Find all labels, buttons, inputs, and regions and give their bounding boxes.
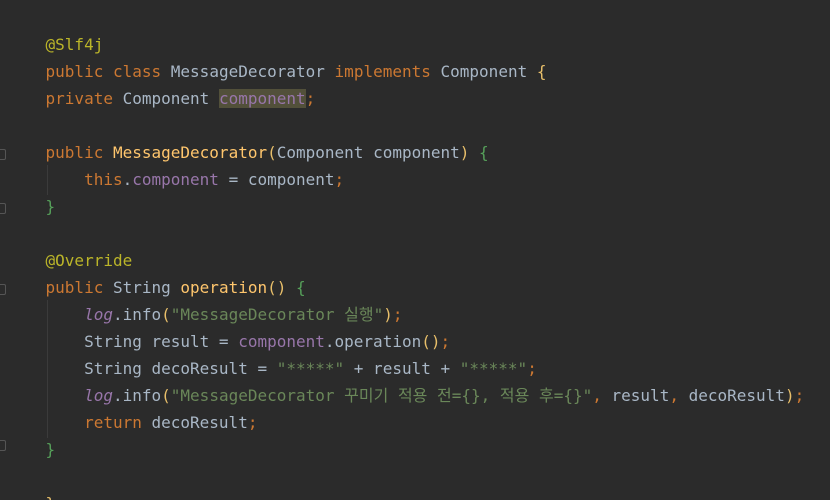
assignment: = component (218, 170, 335, 189)
semicolon: ; (527, 359, 537, 378)
code-line[interactable]: this.component = component; (7, 166, 344, 193)
interface-name: Component (440, 62, 528, 81)
class-name: MessageDecorator (170, 62, 325, 81)
brace: } (45, 440, 56, 459)
code-line[interactable]: log.info("MessageDecorator 실행"); (7, 301, 403, 328)
code-line[interactable]: @Slf4j (7, 4, 104, 54)
code-line[interactable]: } (7, 193, 56, 220)
field-name: component (132, 170, 219, 189)
method-call: .operation (324, 332, 422, 351)
semicolon: ; (392, 305, 403, 324)
declaration: String decoResult = (84, 359, 277, 378)
field-name: component (218, 89, 306, 108)
code-line[interactable]: return decoResult; (7, 409, 257, 436)
keyword: public (45, 143, 104, 162)
code-line[interactable]: } (7, 436, 56, 463)
paren: () (421, 332, 441, 351)
paren: ) (459, 143, 470, 162)
paren: ( (267, 143, 277, 162)
fold-marker-icon[interactable] (0, 149, 6, 160)
semicolon: ; (305, 89, 316, 108)
keyword: private (45, 89, 113, 108)
paren: ) (383, 305, 393, 324)
string-literal: "MessageDecorator 꾸미기 적용 전={}, 적용 후={}" (170, 386, 593, 405)
comma: , (592, 386, 602, 405)
brace: { (536, 62, 547, 81)
keyword: public (45, 278, 104, 297)
code-line[interactable]: String result = component.operation(); (7, 328, 450, 355)
fold-marker-icon[interactable] (0, 440, 6, 451)
string-literal: "*****" (459, 359, 528, 378)
semicolon: ; (794, 386, 805, 405)
argument: decoResult (678, 386, 785, 405)
code-line[interactable]: public MessageDecorator(Component compon… (7, 139, 489, 166)
constructor-name: MessageDecorator (112, 143, 268, 162)
paren: ( (161, 305, 171, 324)
code-line[interactable]: @Override (7, 247, 133, 274)
brace: } (46, 494, 56, 500)
brace: { (479, 143, 489, 162)
keyword: public (45, 62, 104, 81)
fold-marker-icon[interactable] (0, 284, 6, 295)
semicolon: ; (247, 413, 258, 432)
keyword: class (112, 62, 162, 81)
semicolon: ; (440, 332, 451, 351)
code-line[interactable]: log.info("MessageDecorator 꾸미기 적용 전={}, … (7, 382, 804, 409)
code-line[interactable]: private Component component; (7, 85, 315, 112)
argument: result (601, 386, 670, 405)
method-call: .info (112, 305, 162, 324)
parameters: Component component (276, 143, 460, 162)
code-editor[interactable]: @Slf4j public class MessageDecorator imp… (0, 0, 830, 500)
dot: . (122, 170, 133, 189)
code-line[interactable]: String decoResult = "*****" + result + "… (7, 355, 537, 382)
keyword: return (84, 413, 142, 432)
code-line[interactable]: public class MessageDecorator implements… (7, 31, 547, 81)
fold-marker-icon[interactable] (0, 203, 6, 214)
logger: log (84, 386, 113, 405)
return-value: decoResult (141, 413, 248, 432)
brace: { (296, 278, 306, 297)
logger: log (84, 305, 113, 324)
method-name: operation (180, 278, 268, 297)
code-line[interactable]: public String operation() { (7, 274, 306, 301)
paren: ( (161, 386, 171, 405)
code-line[interactable]: } (7, 463, 56, 500)
string-literal: "MessageDecorator 실행" (170, 305, 384, 324)
paren: ) (784, 386, 795, 405)
type-name: String (112, 278, 171, 297)
type-name: Component (122, 89, 210, 108)
paren: () (267, 278, 287, 297)
string-literal: "*****" (276, 359, 345, 378)
concatenation: + result + (344, 359, 460, 378)
semicolon: ; (334, 170, 345, 189)
brace: } (45, 197, 56, 216)
keyword: implements (334, 62, 431, 81)
comma: , (669, 386, 679, 405)
method-call: .info (112, 386, 162, 405)
declaration: String result = (84, 332, 239, 351)
annotation: @Override (45, 251, 133, 270)
keyword: this (84, 170, 123, 189)
field-name: component (238, 332, 325, 351)
